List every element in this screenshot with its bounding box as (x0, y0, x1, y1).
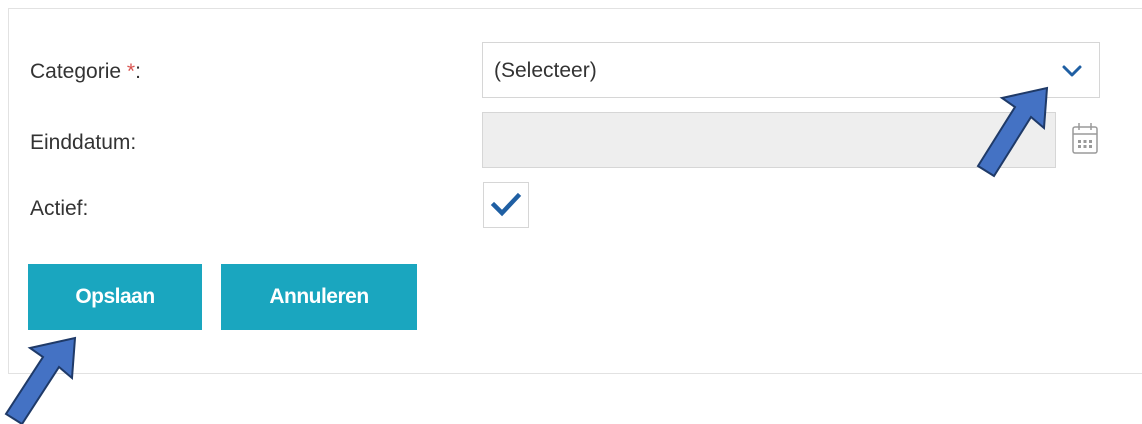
category-select-value: (Selecteer) (494, 59, 597, 82)
category-select[interactable]: (Selecteer) (482, 42, 1100, 98)
enddate-label: Einddatum: (30, 131, 137, 154)
save-button[interactable]: Opslaan (28, 264, 202, 330)
active-checkbox[interactable] (483, 182, 529, 228)
active-label: Actief: (30, 197, 89, 220)
enddate-input (482, 112, 1056, 168)
category-label-colon: : (135, 60, 141, 83)
checkmark-icon (490, 192, 522, 217)
category-label: Categorie *: (30, 60, 141, 84)
category-label-text: Categorie (30, 60, 127, 83)
cancel-button[interactable]: Annuleren (221, 264, 417, 330)
required-asterisk: * (126, 60, 136, 83)
chevron-down-icon[interactable] (1061, 61, 1083, 81)
calendar-icon[interactable] (1068, 120, 1102, 158)
